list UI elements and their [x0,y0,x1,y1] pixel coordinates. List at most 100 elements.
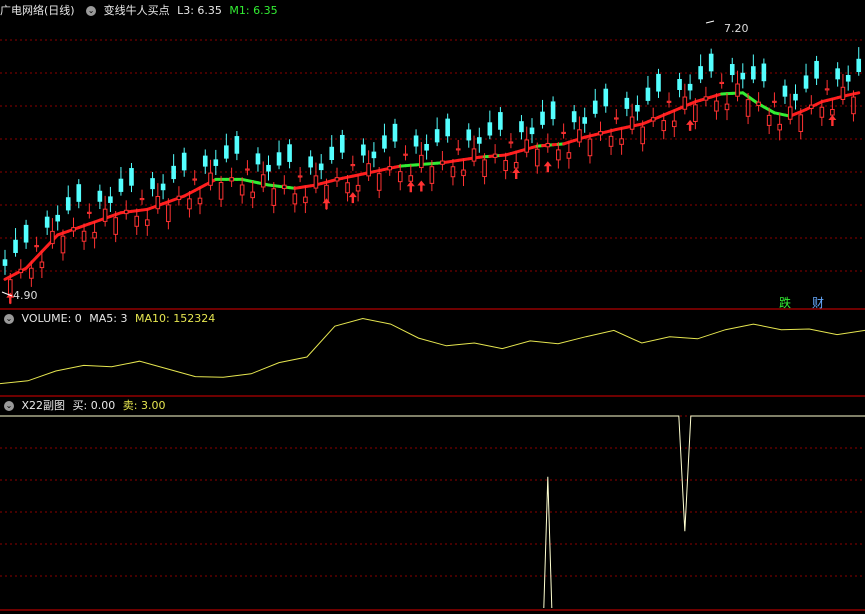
candle-down [65,197,71,211]
candle-up [503,160,508,172]
candle-up [155,195,161,210]
candle-down [487,122,493,136]
buy-arrow-icon [828,115,837,127]
candle-down [44,216,50,228]
candle-down [318,163,324,171]
candle-up [282,184,287,190]
candle-up [218,182,224,200]
candle-up [629,116,635,130]
candle-up [650,117,656,122]
candle-up [766,114,772,126]
candle-up [245,168,250,171]
candle-up [92,231,97,239]
candle-down [424,143,429,151]
candle-up [113,217,118,235]
candle-down [592,100,598,114]
candle-down [276,152,282,166]
candle-up [534,148,540,167]
candle-down [761,63,767,82]
candle-down [171,165,176,180]
buy-value: 买: 0.00 [72,399,116,412]
candle-up [471,148,477,162]
volume-toggle-icon[interactable]: ⌄ [4,314,14,324]
candle-up [798,114,804,132]
candle-down [329,146,335,161]
buy-arrow-icon [322,198,331,210]
candle-up [745,99,751,117]
candle-up [851,96,856,115]
candle-up [666,100,672,103]
tag-fall: 跌 [779,295,791,310]
candle-down [677,79,682,91]
indicator-name[interactable]: 变线牛人买点 [104,4,170,17]
candle-down [751,66,756,80]
candle-up [587,138,593,157]
candle-down [382,135,387,149]
candle-up [350,164,356,167]
candle-up [18,268,24,274]
candle-up [577,129,582,143]
candle-down [540,111,545,125]
candle-up [482,159,487,178]
candle-up [144,219,150,226]
candle-up [166,204,171,223]
volume-value[interactable]: VOLUME: 0 [22,312,82,325]
sell-value: 卖: 3.00 [122,399,166,412]
candle-down [782,85,788,97]
candle-down [97,190,103,202]
candle-up [777,123,782,131]
candle-up [176,195,182,201]
candle-up [229,177,234,182]
candle-up [524,139,530,153]
candle-up [192,178,198,181]
candle-down [519,121,524,133]
candle-up [556,149,561,161]
candle-up [419,154,424,169]
ma-segment-up [851,91,861,96]
candle-down [308,156,313,168]
candle-up [440,160,445,165]
candle-up [840,86,846,100]
candle-up [661,120,667,132]
candle-down [624,97,630,109]
candle-up [756,101,761,106]
x22-name[interactable]: X22副图 [22,399,66,412]
sub-toggle-icon[interactable]: ⌄ [4,401,14,411]
x22-sell-line [0,415,865,532]
candle-down [150,178,155,190]
candle-up [239,184,245,196]
tag-finance: 财 [812,296,824,310]
candle-up [787,106,793,120]
candle-up [566,152,572,159]
candle-down [266,164,271,172]
symbol-title: 广电网络(日线) [0,4,75,17]
buy-arrow-icon [406,181,415,193]
candle-down [793,93,798,101]
candle-up [772,100,777,103]
candle-up [366,163,371,177]
candle-up [271,188,277,206]
candle-down [361,144,366,156]
candle-up [455,148,461,151]
candle-down [23,224,29,243]
candle-up [492,153,498,158]
candle-up [735,83,740,97]
candle-up [387,166,393,171]
candle-up [303,196,308,204]
candle-up [450,166,456,178]
stock-chart[interactable]: 7.20 4.90 跌 财 [0,0,865,614]
candle-down [687,83,693,91]
candle-up [461,169,466,177]
candle-down [339,134,345,153]
candle-up [297,175,303,178]
candle-down [582,117,588,124]
candle-up [614,117,619,120]
candle-down [550,101,556,120]
candle-down [466,129,472,141]
candle-down [856,58,862,73]
candle-down [160,183,166,191]
candle-down [202,155,208,167]
candle-up [355,184,361,192]
candle-up [703,96,709,101]
indicator-toggle-icon[interactable]: ⌄ [86,6,97,16]
